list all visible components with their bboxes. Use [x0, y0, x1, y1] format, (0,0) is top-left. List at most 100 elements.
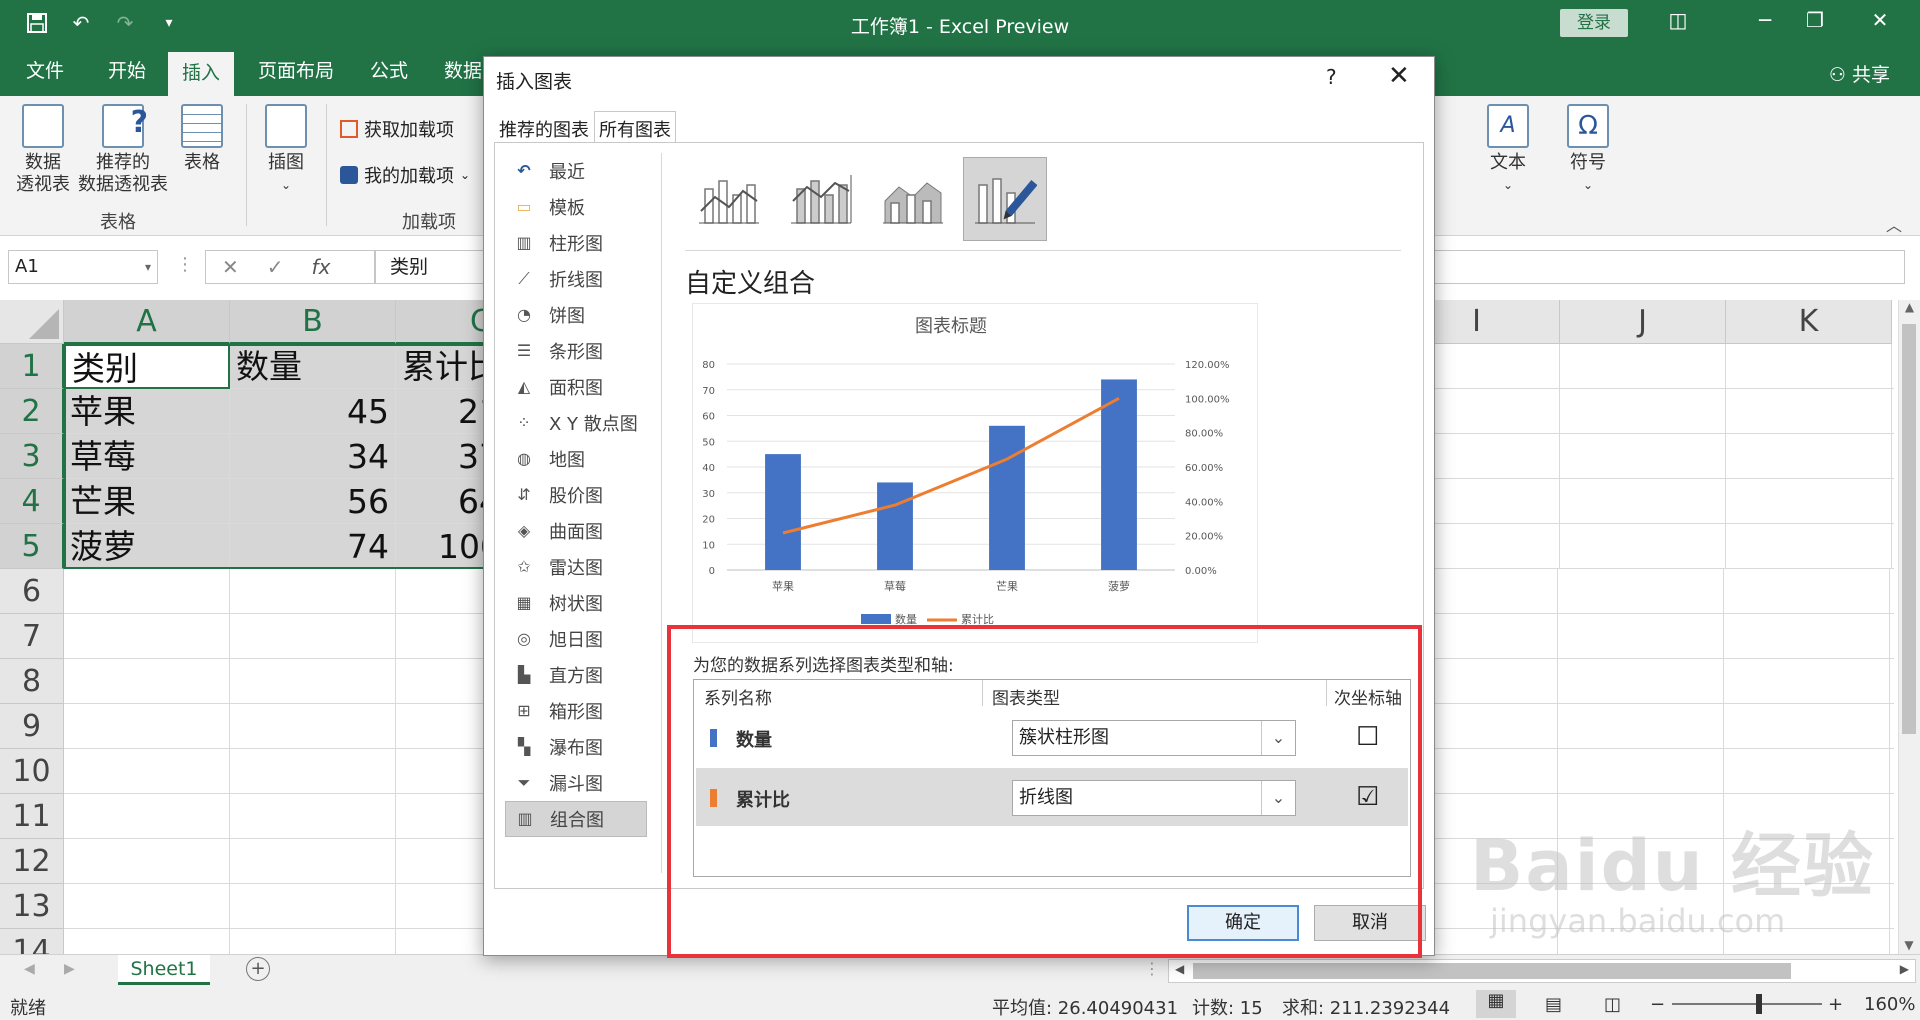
combo-subtype-column-line-secondary[interactable] [779, 157, 863, 241]
h-scroll-thumb[interactable] [1193, 963, 1791, 979]
combo-subtype-area-column[interactable] [871, 157, 955, 241]
page-layout-view-icon[interactable]: ▤ [1545, 994, 1562, 1015]
scroll-right-icon[interactable]: ▶ [1900, 962, 1909, 976]
zoom-slider-thumb[interactable] [1756, 994, 1762, 1014]
cell-b5[interactable]: 74 [230, 524, 396, 569]
tab-home[interactable]: 开始 [94, 46, 160, 96]
row-header[interactable]: 8 [0, 659, 64, 704]
category-map[interactable]: ◍ 地图 [505, 441, 647, 477]
category-surface[interactable]: ◈ 曲面图 [505, 513, 647, 549]
horizontal-scrollbar[interactable]: ◀ ▶ [1168, 959, 1916, 983]
category-line[interactable]: ⟋ 折线图 [505, 261, 647, 297]
row-header[interactable]: 4 [0, 479, 64, 524]
illustrations-button[interactable]: 插图 ⌄ [260, 104, 312, 196]
minimize-icon[interactable]: ─ [1745, 8, 1785, 32]
row-header[interactable]: 10 [0, 749, 64, 794]
zoom-out-icon[interactable]: − [1650, 994, 1665, 1015]
text-button[interactable]: A 文本 ⌄ [1480, 104, 1536, 196]
zoom-level[interactable]: 160% [1864, 994, 1915, 1015]
symbols-button[interactable]: Ω 符号 ⌄ [1560, 104, 1616, 196]
combo-subtype-column-line[interactable] [687, 157, 771, 241]
my-addins-button[interactable]: 我的加载项 ⌄ [340, 162, 470, 188]
cell-b3[interactable]: 34 [230, 434, 396, 479]
row-header[interactable]: 5 [0, 524, 64, 569]
cell-b4[interactable]: 56 [230, 479, 396, 524]
cell-a3[interactable]: 草莓 [64, 434, 230, 479]
zoom-slider[interactable] [1672, 1003, 1822, 1005]
row-header[interactable]: 2 [0, 389, 64, 434]
next-sheet-icon[interactable]: ▶ [64, 961, 75, 977]
category-stock[interactable]: ⇵ 股价图 [505, 477, 647, 513]
cell-b2[interactable]: 45 [230, 389, 396, 434]
cell-a2[interactable]: 苹果 [64, 389, 230, 434]
help-button[interactable]: ? [1326, 65, 1337, 89]
scroll-up-icon[interactable]: ▲ [1899, 300, 1920, 314]
table-button[interactable]: 表格 [176, 104, 228, 174]
login-button[interactable]: 登录 [1560, 9, 1628, 37]
sheet-bar-splitter[interactable]: ⋮ [1144, 959, 1160, 978]
combo-subtype-custom[interactable] [963, 157, 1047, 241]
share-button[interactable]: ⚇ 共享 [1829, 60, 1890, 87]
restore-icon[interactable]: ❐ [1795, 8, 1835, 32]
row-header[interactable]: 6 [0, 569, 64, 614]
column-header-j[interactable]: J [1560, 300, 1726, 344]
normal-view-icon[interactable]: ▦ [1476, 990, 1516, 1018]
ribbon-display-icon[interactable]: ◫ [1658, 8, 1698, 32]
cancel-icon[interactable]: ✕ [222, 255, 239, 279]
zoom-in-icon[interactable]: + [1828, 994, 1843, 1015]
recommended-pivot-button[interactable]: ? 推荐的 数据透视表 [76, 104, 170, 196]
column-header-k[interactable]: K [1726, 300, 1892, 344]
category-pie[interactable]: ◔ 饼图 [505, 297, 647, 333]
tab-formulas[interactable]: 公式 [356, 46, 422, 96]
category-scatter[interactable]: ⁘ X Y 散点图 [505, 405, 647, 441]
row-header[interactable]: 12 [0, 839, 64, 884]
tab-page-layout[interactable]: 页面布局 [244, 46, 348, 96]
category-radar[interactable]: ✩ 雷达图 [505, 549, 647, 585]
add-sheet-icon[interactable]: + [246, 957, 270, 981]
dialog-close-icon[interactable]: ✕ [1388, 61, 1410, 91]
vertical-scrollbar[interactable]: ▲ ▼ [1898, 300, 1920, 954]
row-header[interactable]: 3 [0, 434, 64, 479]
cell-b1[interactable]: 数量 [230, 344, 396, 389]
page-break-view-icon[interactable]: ◫ [1604, 994, 1621, 1015]
column-header-b[interactable]: B [230, 300, 396, 344]
insert-function-icon[interactable]: fx [312, 255, 331, 279]
category-templates[interactable]: ▭ 模板 [505, 189, 647, 225]
row-header[interactable]: 7 [0, 614, 64, 659]
collapse-ribbon-icon[interactable]: ︿ [1886, 212, 1902, 236]
category-waterfall[interactable]: ▚ 瀑布图 [505, 729, 647, 765]
row-header[interactable]: 13 [0, 884, 64, 929]
cell-a5[interactable]: 菠萝 [64, 524, 230, 569]
row-header[interactable]: 11 [0, 794, 64, 839]
enter-icon[interactable]: ✓ [267, 255, 284, 279]
pivot-table-button[interactable]: 数据 透视表 [14, 104, 72, 196]
scroll-down-icon[interactable]: ▼ [1899, 938, 1919, 952]
category-combo[interactable]: ▥ 组合图 [505, 801, 647, 837]
category-funnel[interactable]: ⏷ 漏斗图 [505, 765, 647, 801]
category-treemap[interactable]: ▦ 树状图 [505, 585, 647, 621]
tab-recommended-charts[interactable]: 推荐的图表 [494, 111, 594, 143]
category-recent[interactable]: ↶ 最近 [505, 153, 647, 189]
tab-file[interactable]: 文件 [12, 46, 78, 96]
category-box-whisker[interactable]: ⊞ 箱形图 [505, 693, 647, 729]
category-bar[interactable]: ☰ 条形图 [505, 333, 647, 369]
tab-insert[interactable]: 插入 [168, 52, 235, 96]
select-all-corner[interactable] [0, 300, 64, 344]
scroll-left-icon[interactable]: ◀ [1175, 962, 1184, 976]
category-sunburst[interactable]: ◎ 旭日图 [505, 621, 647, 657]
category-column[interactable]: ▥ 柱形图 [505, 225, 647, 261]
cell-a1[interactable]: 类别 [64, 344, 230, 389]
category-histogram[interactable]: ▙ 直方图 [505, 657, 647, 693]
prev-sheet-icon[interactable]: ◀ [24, 961, 35, 977]
name-box[interactable]: A1 ▾ [8, 250, 158, 284]
close-window-icon[interactable]: ✕ [1860, 8, 1900, 32]
empty-cells[interactable] [1394, 344, 1894, 569]
cell-a4[interactable]: 芒果 [64, 479, 230, 524]
column-header-a[interactable]: A [64, 300, 230, 344]
scroll-thumb[interactable] [1902, 324, 1916, 734]
category-area[interactable]: ◭ 面积图 [505, 369, 647, 405]
row-header[interactable]: 1 [0, 344, 64, 389]
tab-all-charts[interactable]: 所有图表 [594, 111, 676, 143]
row-header[interactable]: 9 [0, 704, 64, 749]
get-addins-button[interactable]: 获取加载项 [340, 116, 454, 142]
